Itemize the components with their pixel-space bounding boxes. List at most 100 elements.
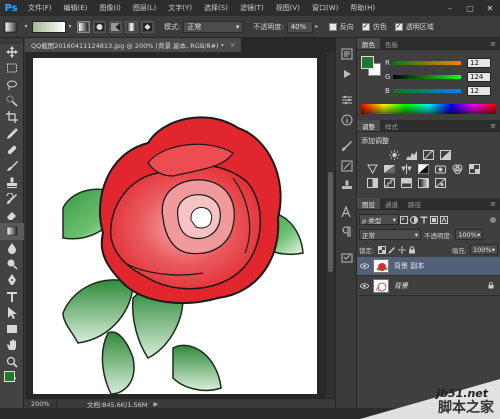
panel-menu-icon[interactable]: ≡ [490, 120, 500, 131]
menu-file[interactable]: 文件(F) [22, 3, 58, 13]
color-spectrum-bar[interactable] [361, 104, 496, 114]
chevron-down-icon[interactable]: ▸ [313, 23, 321, 30]
lasso-tool-icon[interactable] [0, 77, 24, 93]
panel-menu-icon[interactable]: ≡ [490, 198, 500, 209]
path-selection-tool-icon[interactable] [0, 305, 24, 321]
close-button[interactable]: ✕ [480, 0, 500, 16]
brush-tool-icon[interactable] [0, 158, 24, 174]
opacity-input[interactable]: 40% [286, 20, 313, 33]
layer-row[interactable]: 背景 副本 [357, 257, 500, 276]
checkbox-box[interactable] [328, 22, 337, 31]
tab-layers[interactable]: 图层 [357, 198, 380, 209]
brightness-icon[interactable] [387, 149, 401, 161]
tool-presets-panel-icon[interactable] [336, 248, 358, 268]
angle-gradient-button[interactable] [109, 20, 122, 33]
filter-toggle-icon[interactable] [488, 215, 498, 225]
color-balance-icon[interactable] [399, 163, 413, 175]
panel-menu-icon[interactable]: ≡ [490, 38, 500, 49]
healing-brush-tool-icon[interactable] [0, 142, 24, 158]
hand-tool-icon[interactable] [0, 337, 24, 353]
reverse-checkbox[interactable]: 反向 [328, 22, 354, 32]
tab-swatches[interactable]: 色板 [380, 38, 403, 49]
info-panel-icon[interactable] [336, 110, 358, 130]
zoom-tool-icon[interactable] [0, 354, 24, 370]
actions-panel-icon[interactable] [336, 64, 358, 84]
photo-filter-icon[interactable] [433, 163, 447, 175]
chevron-down-icon[interactable]: ▾ [66, 23, 74, 30]
dodge-tool-icon[interactable] [0, 256, 24, 272]
menu-filter[interactable]: 滤镜(T) [234, 3, 270, 13]
properties-panel-icon[interactable] [336, 90, 358, 110]
layer-filter-select[interactable]: ρ 类型 ▾ [359, 214, 399, 225]
filter-type-icon[interactable] [419, 215, 429, 225]
crop-tool-icon[interactable] [0, 109, 24, 125]
filter-shape-icon[interactable] [429, 215, 439, 225]
layer-row[interactable]: 背景 [357, 277, 500, 296]
menu-layer[interactable]: 图层(L) [127, 3, 162, 13]
lock-pixels-icon[interactable] [387, 245, 397, 255]
quick-select-tool-icon[interactable] [0, 93, 24, 109]
character-panel-icon[interactable] [336, 202, 358, 222]
layer-opacity-input[interactable]: 100% ▾ [455, 229, 484, 240]
type-tool-icon[interactable] [0, 288, 24, 304]
clone-source-panel-icon[interactable] [336, 176, 358, 196]
history-panel-icon[interactable] [336, 44, 358, 64]
gradient-tool-icon[interactable] [0, 223, 24, 240]
mode-select[interactable]: 正常 ▾ [183, 20, 244, 33]
brush-presets-panel-icon[interactable] [336, 136, 358, 156]
filter-adjustment-icon[interactable] [409, 215, 419, 225]
gradient-map-icon[interactable] [416, 177, 430, 189]
tab-adjustments[interactable]: 调整 [357, 120, 380, 131]
linear-gradient-button[interactable] [77, 20, 90, 33]
dither-checkbox[interactable]: 仿色 [361, 22, 387, 32]
lock-all-icon[interactable] [407, 245, 417, 255]
tab-paths[interactable]: 路径 [403, 198, 426, 209]
hue-saturation-icon[interactable] [382, 163, 396, 175]
menu-type[interactable]: 文字(Y) [162, 3, 198, 13]
black-white-icon[interactable] [416, 163, 430, 175]
eraser-tool-icon[interactable] [0, 207, 24, 223]
eyedropper-tool-icon[interactable] [0, 125, 24, 141]
marquee-tool-icon[interactable] [0, 60, 24, 76]
clone-stamp-tool-icon[interactable] [0, 174, 24, 190]
menu-window[interactable]: 窗口(W) [306, 3, 344, 13]
red-slider[interactable] [393, 61, 461, 65]
blue-slider[interactable] [393, 89, 461, 93]
lock-transparent-icon[interactable] [377, 245, 387, 255]
history-brush-tool-icon[interactable] [0, 191, 24, 207]
filter-pixel-icon[interactable] [399, 215, 409, 225]
eye-icon[interactable] [357, 283, 371, 289]
chevron-right-icon[interactable]: ▶ [153, 400, 158, 408]
green-value-input[interactable]: 124 [467, 72, 491, 82]
eye-icon[interactable] [357, 263, 371, 269]
diamond-gradient-button[interactable] [141, 20, 154, 33]
color-panel-swatches[interactable] [361, 56, 383, 78]
vibrance-icon[interactable] [365, 163, 379, 175]
invert-icon[interactable] [365, 177, 379, 189]
exposure-icon[interactable] [438, 149, 452, 161]
color-swatches[interactable] [4, 371, 24, 391]
menu-help[interactable]: 帮助(H) [344, 3, 381, 13]
blue-value-input[interactable]: 12 [467, 86, 491, 96]
tab-channels[interactable]: 通道 [380, 198, 403, 209]
selective-color-icon[interactable] [433, 177, 447, 189]
checkbox-box[interactable] [394, 22, 403, 31]
menu-view[interactable]: 视图(V) [270, 3, 306, 13]
document-tab[interactable]: QQ截图20160411124813.jpg @ 200% (背景 副本, RG… [25, 38, 243, 52]
posterize-icon[interactable] [382, 177, 396, 189]
move-tool-icon[interactable] [0, 44, 24, 60]
canvas[interactable] [33, 58, 317, 394]
vertical-scrollbar[interactable] [326, 52, 335, 398]
transparency-checkbox[interactable]: 透明区域 [394, 22, 434, 32]
color-lookup-icon[interactable] [467, 163, 481, 175]
foreground-color-swatch[interactable] [361, 56, 374, 69]
menu-image[interactable]: 图像(I) [93, 3, 127, 13]
chevron-down-icon[interactable]: ▾ [22, 23, 30, 30]
tab-color[interactable]: 颜色 [357, 38, 380, 49]
close-icon[interactable]: × [230, 41, 235, 49]
gradient-picker[interactable] [32, 20, 66, 33]
minimize-button[interactable]: – [440, 0, 460, 16]
fill-input[interactable]: 100% ▾ [470, 244, 498, 255]
pen-tool-icon[interactable] [0, 272, 24, 288]
menu-edit[interactable]: 编辑(E) [58, 3, 94, 13]
